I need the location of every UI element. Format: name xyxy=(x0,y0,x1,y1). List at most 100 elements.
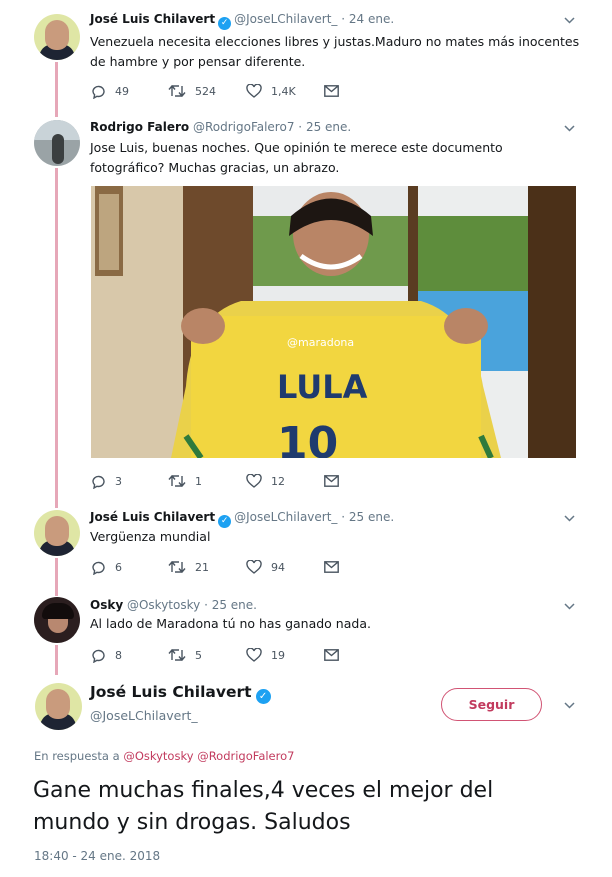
retweet-count: 21 xyxy=(195,560,209,574)
tweet-date[interactable]: 25 ene. xyxy=(306,120,351,134)
tweet-3[interactable]: José Luis Chilavert ✓ @JoseLChilavert_ · 2… xyxy=(0,500,612,588)
reply-count: 49 xyxy=(115,84,129,98)
author-name[interactable]: José Luis Chilavert xyxy=(90,510,215,524)
like-count: 94 xyxy=(271,560,285,574)
chevron-down-icon[interactable] xyxy=(564,702,575,712)
envelope-icon xyxy=(324,561,339,573)
separator-dot: · xyxy=(341,12,346,26)
tweet-actions: 6 21 94 xyxy=(90,558,390,576)
envelope-icon xyxy=(324,85,339,97)
retweet-icon xyxy=(168,474,186,488)
rodrigo-avatar[interactable] xyxy=(34,120,80,166)
author-name[interactable]: Osky xyxy=(90,598,123,612)
osky-avatar[interactable] xyxy=(34,597,80,643)
author-name[interactable]: José Luis Chilavert xyxy=(90,12,215,26)
tweet-text: Al lado de Maradona tú no has ganado nad… xyxy=(90,616,371,631)
like-button[interactable]: 12 xyxy=(246,472,285,490)
author-name[interactable]: José Luis Chilavert xyxy=(90,683,252,701)
main-author-handle[interactable]: @JoseLChilavert_ xyxy=(90,708,198,723)
tweet-1[interactable]: José Luis Chilavert ✓ @JoseLChilavert_ · 2… xyxy=(0,0,612,110)
tweet-header: Osky @Oskytosky · 25 ene. xyxy=(90,598,257,612)
like-button[interactable]: 1,4K xyxy=(246,82,296,100)
tweet-date[interactable]: 25 ene. xyxy=(212,598,257,612)
reply-context: En respuesta a @Oskytosky @RodrigoFalero… xyxy=(34,749,294,763)
chilavert-avatar[interactable] xyxy=(34,510,80,556)
mention-link[interactable]: @RodrigoFalero7 xyxy=(197,749,294,763)
mention-link[interactable]: @Oskytosky xyxy=(123,749,193,763)
author-handle[interactable]: @Oskytosky xyxy=(127,598,200,612)
reply-icon xyxy=(92,649,105,663)
reply-button[interactable]: 8 xyxy=(90,646,122,664)
shirt-number: 10 xyxy=(277,418,338,458)
reply-prefix: En respuesta a xyxy=(34,749,120,763)
heart-icon xyxy=(246,560,262,574)
main-author-name[interactable]: José Luis Chilavert ✓ xyxy=(90,683,274,704)
reply-icon xyxy=(92,85,105,99)
tweet-date[interactable]: 25 ene. xyxy=(349,510,394,524)
retweet-count: 1 xyxy=(195,474,202,488)
author-handle[interactable]: @JoseLChilavert_ xyxy=(234,12,337,26)
reply-count: 6 xyxy=(115,560,122,574)
retweet-icon xyxy=(168,560,186,574)
reply-icon xyxy=(92,475,105,489)
separator-dot: · xyxy=(204,598,208,612)
retweet-count: 5 xyxy=(195,648,202,662)
like-count: 1,4K xyxy=(271,84,296,98)
retweet-count: 524 xyxy=(195,84,216,98)
tweet-timestamp[interactable]: 18:40 - 24 ene. 2018 xyxy=(34,849,160,863)
retweet-button[interactable]: 524 xyxy=(168,82,216,100)
reply-button[interactable]: 49 xyxy=(90,82,129,100)
like-button[interactable]: 19 xyxy=(246,646,285,664)
retweet-button[interactable]: 21 xyxy=(168,558,209,576)
chevron-down-icon[interactable] xyxy=(564,603,575,613)
shirt-text: LULA xyxy=(277,368,368,406)
separator-dot: · xyxy=(298,120,303,134)
like-count: 12 xyxy=(271,474,285,488)
author-handle[interactable]: @JoseLChilavert_ xyxy=(234,510,337,524)
chevron-down-icon[interactable] xyxy=(564,515,575,525)
envelope-icon xyxy=(324,649,339,661)
tweet-actions: 8 5 19 xyxy=(90,646,390,664)
main-tweet-text: Gane muchas finales,4 veces el mejor del… xyxy=(33,778,494,835)
envelope-icon xyxy=(324,475,339,487)
chevron-down-icon[interactable] xyxy=(564,17,575,27)
dm-button[interactable] xyxy=(324,472,348,490)
retweet-button[interactable]: 1 xyxy=(168,472,202,490)
separator-dot: · xyxy=(341,510,346,524)
heart-icon xyxy=(246,474,262,488)
tweet-actions: 49 524 1,4K xyxy=(90,82,390,100)
tweet-text: Vergüenza mundial xyxy=(90,529,211,544)
tweet-text: Jose Luis, buenas noches. Que opinión te… xyxy=(90,140,503,175)
photo-watermark: @maradona xyxy=(287,336,354,349)
retweet-icon xyxy=(168,648,186,662)
like-button[interactable]: 94 xyxy=(246,558,285,576)
heart-icon xyxy=(246,648,262,662)
reply-button[interactable]: 3 xyxy=(90,472,122,490)
tweet-header: José Luis Chilavert ✓ @JoseLChilavert_ · 2… xyxy=(90,510,394,528)
heart-icon xyxy=(246,84,262,98)
dm-button[interactable] xyxy=(324,646,348,664)
chilavert-avatar[interactable] xyxy=(35,683,82,730)
tweet-photo[interactable]: @maradona LULA 10 xyxy=(91,186,576,458)
dm-button[interactable] xyxy=(324,82,348,100)
tweet-date[interactable]: 24 ene. xyxy=(349,12,394,26)
verified-badge-icon: ✓ xyxy=(218,17,232,30)
retweet-button[interactable]: 5 xyxy=(168,646,202,664)
author-name[interactable]: Rodrigo Falero xyxy=(90,120,189,134)
reply-count: 3 xyxy=(115,474,122,488)
author-handle[interactable]: @RodrigoFalero7 xyxy=(193,120,295,134)
tweet-text: Venezuela necesita elecciones libres y j… xyxy=(90,34,580,69)
tweet-header: José Luis Chilavert ✓ @JoseLChilavert_ · 2… xyxy=(90,12,394,30)
reply-count: 8 xyxy=(115,648,122,662)
tweet-actions: 3 1 12 xyxy=(90,472,390,490)
reply-button[interactable]: 6 xyxy=(90,558,122,576)
tweet-4[interactable]: Osky @Oskytosky · 25 ene. Al lado de Mar… xyxy=(0,588,612,676)
chevron-down-icon[interactable] xyxy=(564,125,575,135)
dm-button[interactable] xyxy=(324,558,348,576)
chilavert-avatar[interactable] xyxy=(34,14,80,60)
retweet-icon xyxy=(168,84,186,98)
verified-badge-icon: ✓ xyxy=(255,689,271,704)
follow-button[interactable]: Seguir xyxy=(441,688,542,721)
reply-icon xyxy=(92,561,105,575)
like-count: 19 xyxy=(271,648,285,662)
